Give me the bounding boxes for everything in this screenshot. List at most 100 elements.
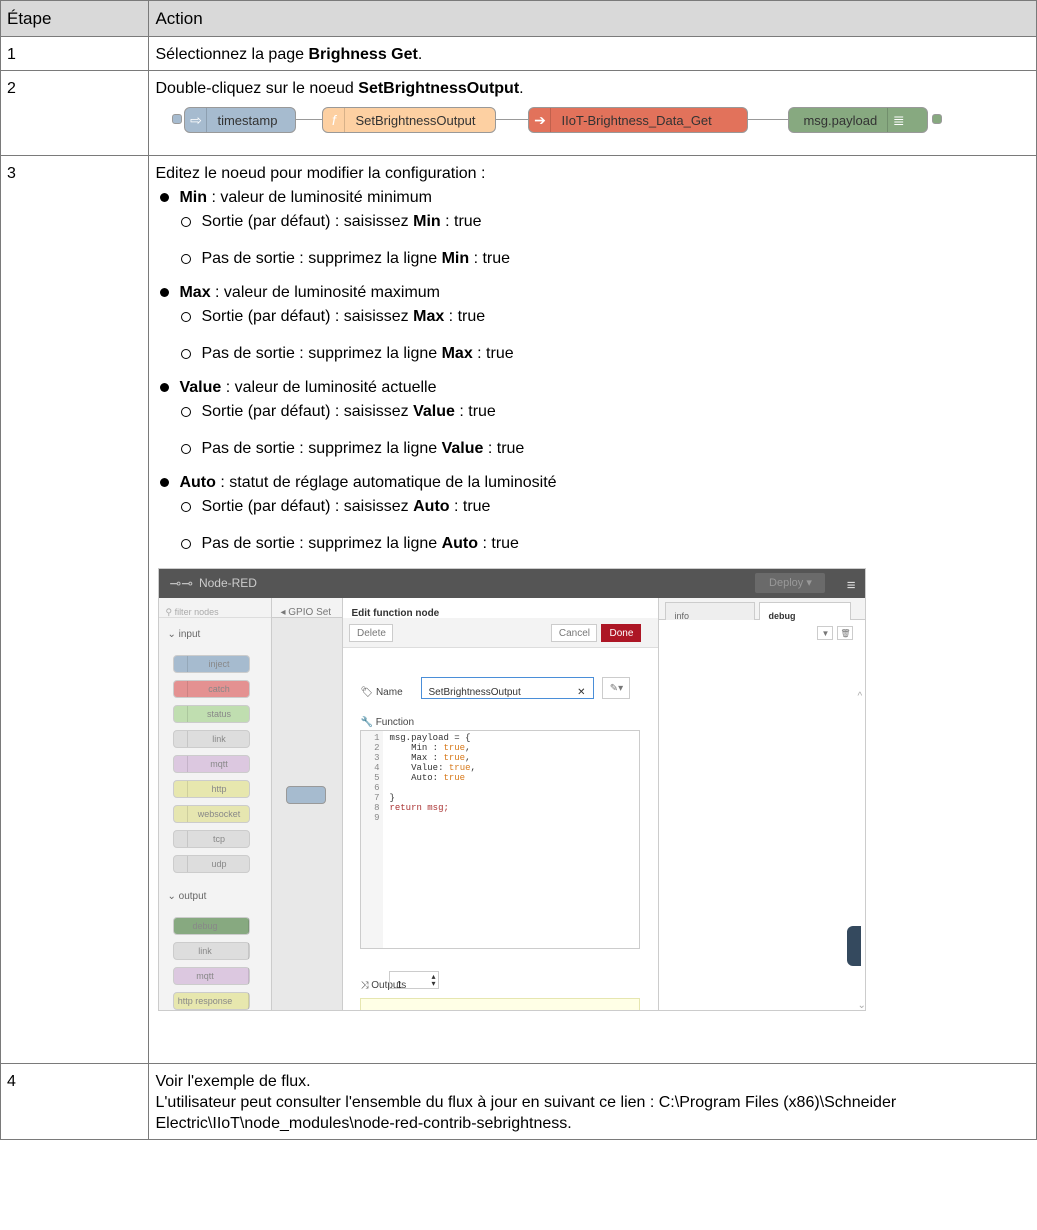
delete-button[interactable]: Delete xyxy=(349,624,394,642)
list-item: Sortie (par défaut) : saisissez Min : tr… xyxy=(155,211,1030,232)
param-name: Min xyxy=(441,250,470,267)
palette-node[interactable]: status xyxy=(173,705,251,723)
palette-category-input[interactable]: ⌄ input xyxy=(159,618,271,651)
palette-node[interactable]: udp xyxy=(173,855,251,873)
canvas-node[interactable] xyxy=(286,786,327,804)
step-action: Voir l'exemple de flux. L'utilisateur pe… xyxy=(148,1063,1037,1140)
bullet-dot-icon xyxy=(160,478,170,487)
filter-icon[interactable]: ▼ xyxy=(817,626,834,640)
step-action: Editez le noeud pour modifier la configu… xyxy=(148,155,1037,1064)
param-name: Value xyxy=(179,379,222,396)
palette-node[interactable]: debug xyxy=(173,917,251,935)
app-title: Node-RED xyxy=(198,576,257,590)
scroll-up-icon[interactable]: ^ xyxy=(857,686,862,707)
palette-node[interactable]: http response xyxy=(173,992,251,1010)
code-text: Value: xyxy=(389,763,449,773)
deploy-button[interactable]: Deploy ▾ xyxy=(755,573,826,593)
code-text: , xyxy=(465,743,471,753)
flow-node-function[interactable]: f SetBrightnessOutput xyxy=(322,107,497,133)
bullet-circle-icon xyxy=(181,407,192,417)
palette-node[interactable]: link xyxy=(173,730,251,748)
done-button[interactable]: Done xyxy=(601,624,642,642)
category-label: output xyxy=(178,891,207,902)
flow-node-timestamp[interactable]: ⇨ timestamp xyxy=(184,107,297,133)
node-red-screenshot: ⊸⊸ Node-RED Deploy ▾ ≡ ⚲ filter nodes ⌄ … xyxy=(158,568,867,1011)
tab-label: GPIO Set xyxy=(288,607,332,618)
code-editor[interactable]: 1 msg.payload = { 2 Min : true, 3 Max : … xyxy=(360,730,641,949)
param-desc: : valeur de luminosité maximum xyxy=(210,284,441,301)
palette-node[interactable]: link xyxy=(173,942,251,960)
list-item: Sortie (par défaut) : saisissez Auto : t… xyxy=(155,496,1030,517)
option-text: : true xyxy=(478,535,519,552)
deploy-label: Deploy xyxy=(769,576,804,589)
line-number: 5 xyxy=(374,773,380,783)
palette-node[interactable]: mqtt xyxy=(173,755,251,773)
list-item: Auto : statut de réglage automatique de … xyxy=(155,472,1030,493)
palette-node[interactable]: websocket xyxy=(173,805,251,823)
bullet-auto: Auto : statut de réglage automatique de … xyxy=(155,472,1030,554)
code-text: Max : xyxy=(389,753,444,763)
palette-node-label: debug xyxy=(192,920,218,931)
list-item: Min : valeur de luminosité minimum xyxy=(155,187,1030,208)
bullet-circle-icon xyxy=(181,444,192,454)
code-keyword: true xyxy=(448,763,471,773)
list-item: Value : valeur de luminosité actuelle xyxy=(155,377,1030,398)
debug-list-icon: ≣ xyxy=(887,108,909,132)
node-red-logo-icon: ⊸⊸ xyxy=(169,575,193,591)
tab-gpio-set[interactable]: ◂ GPIO Set xyxy=(272,598,343,618)
spinner-arrows-icon[interactable]: ▴ ▾ xyxy=(431,973,435,988)
node-palette: ⚲ filter nodes ⌄ input inject catch stat… xyxy=(159,598,273,1010)
tab-info[interactable]: info xyxy=(665,602,756,621)
palette-node[interactable]: catch xyxy=(173,680,251,698)
clear-icon[interactable]: ✕ xyxy=(577,682,585,703)
header-action: Action xyxy=(148,0,1037,37)
param-name: Auto xyxy=(179,474,216,491)
option-text: Pas de sortie : supprimez la ligne xyxy=(201,345,442,362)
sidebar-tabs: info debug xyxy=(659,598,866,621)
code-line: Auto: true xyxy=(389,773,465,783)
outputs-spinner[interactable]: 1 ▴ ▾ xyxy=(389,971,440,991)
bullet-min: Min : valeur de luminosité minimum Sorti… xyxy=(155,187,1030,269)
name-input[interactable]: SetBrightnessOutput ✕ xyxy=(421,677,595,699)
palette-node-label: catch xyxy=(208,683,230,694)
bullet-circle-icon xyxy=(181,217,192,227)
palette-node[interactable]: inject xyxy=(173,655,251,673)
tab-debug[interactable]: debug xyxy=(759,602,852,621)
palette-node[interactable]: http xyxy=(173,780,251,798)
bullet-value: Value : valeur de luminosité actuelle So… xyxy=(155,377,1030,459)
palette-category-output[interactable]: ⌄ output xyxy=(159,880,271,913)
menu-icon[interactable]: ≡ xyxy=(847,575,856,596)
trash-icon[interactable]: 🗑 xyxy=(837,626,854,640)
step-text: Voir l'exemple de flux. xyxy=(155,1073,311,1090)
bullet-dot-icon xyxy=(160,288,170,297)
code-line: Max : true, xyxy=(389,753,470,763)
filter-nodes-input[interactable]: ⚲ filter nodes xyxy=(159,598,272,618)
code-text: , xyxy=(470,763,476,773)
dashboard-handle[interactable] xyxy=(847,926,862,966)
code-keyword: return msg; xyxy=(389,803,449,813)
palette-node-label: mqtt xyxy=(196,970,214,981)
line-number: 4 xyxy=(374,763,380,773)
param-name: Min xyxy=(179,189,208,206)
done-label: Done xyxy=(609,627,634,639)
palette-node[interactable]: mqtt xyxy=(173,967,251,985)
option-text: Pas de sortie : supprimez la ligne xyxy=(201,440,442,457)
help-tip: See the Info tab for help writing functi… xyxy=(360,998,641,1010)
label-text: Function xyxy=(375,717,415,728)
bullet-circle-icon xyxy=(181,312,192,322)
code-line: } xyxy=(389,793,394,803)
scroll-down-icon[interactable]: ⌄ xyxy=(857,995,865,1010)
palette-node-label: status xyxy=(206,708,231,719)
palette-node[interactable]: tcp xyxy=(173,830,251,848)
flow-node-label: timestamp xyxy=(217,112,278,128)
code-line: msg.payload = { xyxy=(389,733,470,743)
code-keyword: true xyxy=(443,743,466,753)
cancel-button[interactable]: Cancel xyxy=(551,624,598,642)
flow-canvas[interactable]: ◂ GPIO Set xyxy=(272,598,343,1010)
option-text: Sortie (par défaut) : saisissez xyxy=(201,498,414,515)
flow-node-brightness[interactable]: ➔ IIoT-Brightness_Data_Get xyxy=(528,107,749,133)
icon-picker-button[interactable]: ✎▾ xyxy=(602,677,631,699)
step-number: 2 xyxy=(0,70,150,156)
flow-node-debug[interactable]: msg.payload ≣ xyxy=(788,107,929,133)
palette-node-label: tcp xyxy=(212,833,225,844)
